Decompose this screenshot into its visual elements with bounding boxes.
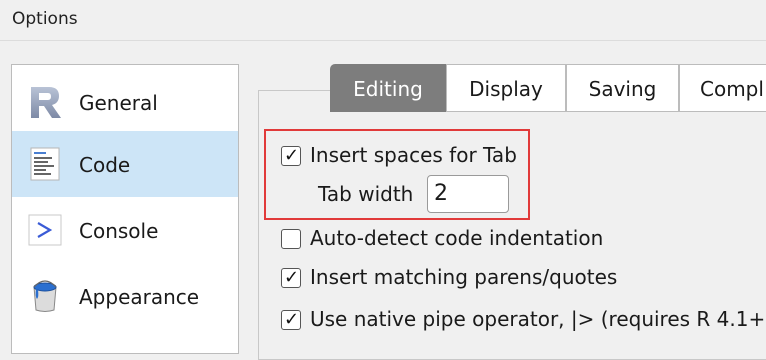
check-icon: ✓ xyxy=(284,309,300,330)
matching-parens-label: Insert matching parens/quotes xyxy=(310,265,618,289)
tab-display[interactable]: Display xyxy=(446,64,566,112)
code-file-icon xyxy=(30,147,60,181)
paint-bucket-icon xyxy=(33,280,57,312)
check-icon: ✓ xyxy=(284,267,300,288)
sidebar-item-label: Code xyxy=(79,153,131,177)
sidebar-item-label: Console xyxy=(79,219,159,243)
tab-bar: Editing Display Saving Compl xyxy=(330,64,766,112)
check-icon: ✓ xyxy=(284,145,300,166)
insert-spaces-checkbox[interactable]: ✓ xyxy=(281,145,301,166)
insert-spaces-label: Insert spaces for Tab xyxy=(310,143,517,167)
window-title: Options xyxy=(12,9,78,29)
tab-editing[interactable]: Editing xyxy=(330,64,446,112)
tab-width-label: Tab width xyxy=(318,182,414,206)
sidebar-item-appearance[interactable]: Appearance xyxy=(12,263,238,329)
title-bar: Options xyxy=(0,0,766,41)
sidebar-item-code[interactable]: Code xyxy=(12,131,238,197)
tab-completion[interactable]: Compl xyxy=(679,64,766,112)
r-logo-icon xyxy=(31,87,61,118)
auto-detect-label: Auto-detect code indentation xyxy=(310,226,604,250)
sidebar-item-console[interactable]: Console xyxy=(12,197,238,263)
auto-detect-checkbox[interactable] xyxy=(281,229,301,249)
tab-saving[interactable]: Saving xyxy=(566,64,679,112)
matching-parens-checkbox[interactable]: ✓ xyxy=(281,267,301,288)
options-sidebar: General Code Console Appearance xyxy=(11,64,239,354)
native-pipe-checkbox[interactable]: ✓ xyxy=(281,309,301,330)
native-pipe-label: Use native pipe operator, |> (requires R… xyxy=(310,307,766,331)
sidebar-item-label: Appearance xyxy=(79,285,200,309)
console-prompt-icon xyxy=(28,214,62,246)
sidebar-item-label: General xyxy=(79,91,158,115)
sidebar-item-general[interactable]: General xyxy=(12,69,238,135)
tab-width-input[interactable]: 2 xyxy=(427,175,509,213)
